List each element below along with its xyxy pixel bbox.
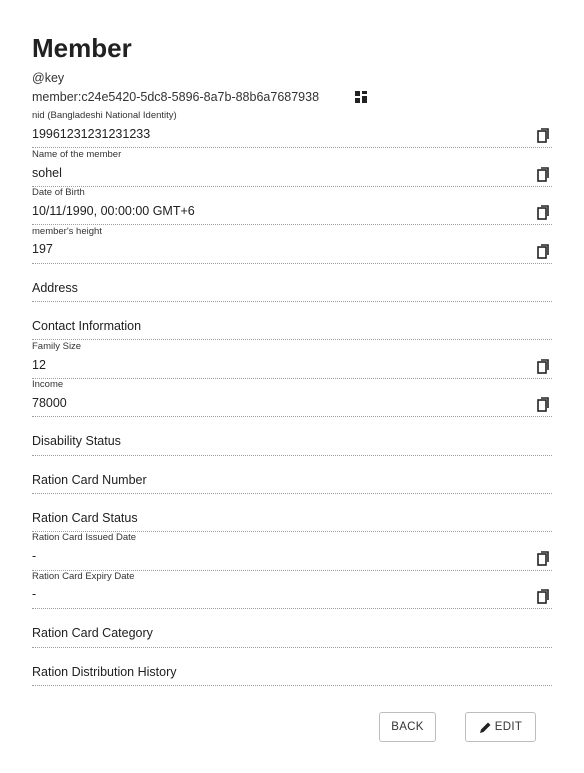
field-value: - <box>32 549 37 563</box>
section-ration-card-number[interactable]: Ration Card Number <box>32 456 552 494</box>
section-heading: Address <box>32 281 78 295</box>
edit-button-label: EDIT <box>494 721 523 733</box>
field-ration-card-expiry: Ration Card Expiry Date - <box>32 571 552 609</box>
section-address[interactable]: Address <box>32 264 552 302</box>
field-value: sohel <box>32 166 62 180</box>
field-label: Ration Card Expiry Date <box>32 571 135 582</box>
copy-icon[interactable] <box>537 244 551 260</box>
field-value: 12 <box>32 358 46 372</box>
back-button[interactable]: BACK <box>379 712 436 742</box>
field-label: Ration Card Issued Date <box>32 532 137 543</box>
field-dob: Date of Birth 10/11/1990, 00:00:00 GMT+6 <box>32 187 552 225</box>
section-heading: Ration Card Number <box>32 473 147 487</box>
section-heading: Contact Information <box>32 319 142 333</box>
copy-icon[interactable] <box>537 359 551 375</box>
field-value: 78000 <box>32 396 67 410</box>
field-name: Name of the member sohel <box>32 149 552 187</box>
section-heading: Ration Card Category <box>32 626 153 640</box>
field-value: 197 <box>32 242 53 256</box>
field-ration-card-issued: Ration Card Issued Date - <box>32 532 552 571</box>
edit-button[interactable]: EDIT <box>465 712 536 742</box>
qr-code-icon[interactable] <box>355 91 367 103</box>
copy-icon[interactable] <box>537 397 551 413</box>
field-label: Family Size <box>32 341 82 352</box>
page-title: Member <box>32 33 132 63</box>
field-label: Income <box>32 379 64 390</box>
section-heading: Ration Distribution History <box>32 665 177 679</box>
key-label: @key <box>32 71 65 85</box>
section-ration-card-status[interactable]: Ration Card Status <box>32 494 552 532</box>
section-ration-distribution-history[interactable]: Ration Distribution History <box>32 648 552 686</box>
copy-icon[interactable] <box>537 589 551 605</box>
pencil-icon <box>479 722 491 733</box>
copy-icon[interactable] <box>537 167 551 183</box>
section-ration-card-category[interactable]: Ration Card Category <box>32 609 552 648</box>
field-label: nid (Bangladeshi National Identity) <box>32 110 177 121</box>
copy-icon[interactable] <box>537 128 551 144</box>
field-value: - <box>32 587 37 601</box>
section-heading: Ration Card Status <box>32 511 138 525</box>
field-height: member's height 197 <box>32 226 552 264</box>
section-contact[interactable]: Contact Information <box>32 302 552 340</box>
field-label: Name of the member <box>32 149 122 160</box>
field-nid: nid (Bangladeshi National Identity) 1996… <box>32 110 552 148</box>
field-label: member's height <box>32 226 102 237</box>
field-income: Income 78000 <box>32 379 552 417</box>
copy-icon[interactable] <box>537 205 551 221</box>
copy-icon[interactable] <box>537 551 551 567</box>
field-value: 19961231231231233 <box>32 127 151 141</box>
field-label: Date of Birth <box>32 187 85 198</box>
section-heading: Disability Status <box>32 434 121 448</box>
section-disability[interactable]: Disability Status <box>32 417 552 456</box>
key-value: member:c24e5420-5dc8-5896-8a7b-88b6a7687… <box>32 90 320 104</box>
back-button-label: BACK <box>391 721 424 733</box>
field-family-size: Family Size 12 <box>32 341 552 379</box>
field-value: 10/11/1990, 00:00:00 GMT+6 <box>32 204 195 218</box>
